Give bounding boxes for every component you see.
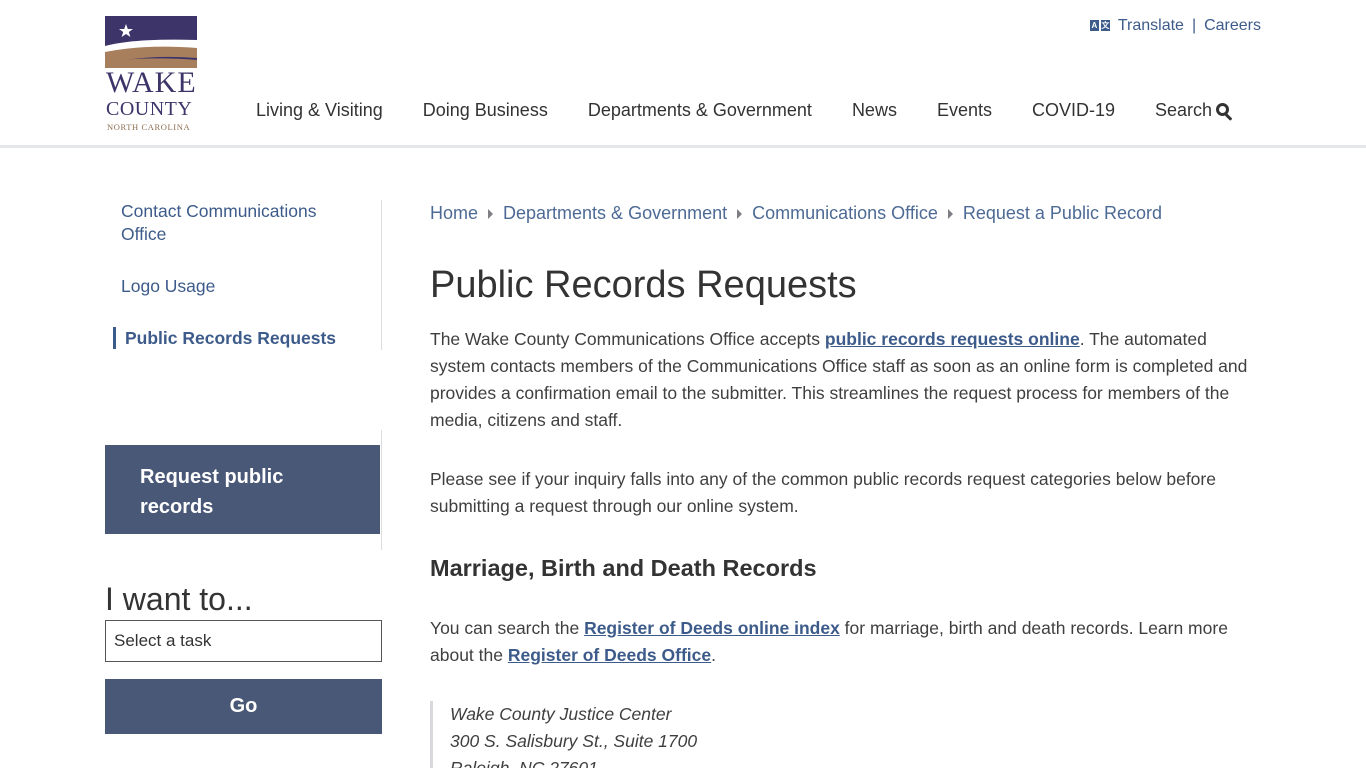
nav-departments-government[interactable]: Departments & Government (588, 100, 812, 121)
breadcrumb-request-record[interactable]: Request a Public Record (963, 203, 1162, 224)
nav-search-label: Search (1155, 100, 1213, 120)
nav-doing-business[interactable]: Doing Business (423, 100, 548, 121)
section-heading-vital-records: Marriage, Birth and Death Records (430, 555, 817, 581)
wake-county-logo[interactable]: WAKE COUNTY NORTH CAROLINA (105, 16, 197, 132)
nav-living-visiting[interactable]: Living & Visiting (256, 100, 383, 121)
categories-paragraph: Please see if your inquiry falls into an… (430, 469, 1216, 516)
register-of-deeds-index-link[interactable]: Register of Deeds online index (584, 618, 840, 638)
request-box: Request public records (105, 430, 382, 550)
breadcrumb-home[interactable]: Home (430, 203, 478, 224)
nav-search[interactable]: Search (1155, 100, 1233, 121)
request-public-records-button[interactable]: Request public records (105, 445, 380, 534)
address-line-3: Raleigh, NC 27601 (450, 758, 598, 768)
logo-emblem-icon (105, 16, 197, 68)
go-button[interactable]: Go (105, 679, 382, 734)
sidebar-active-indicator (113, 327, 116, 349)
sidebar-item-public-records[interactable]: Public Records Requests (125, 327, 365, 350)
sidebar-item-contact-communications[interactable]: Contact Communications Office (121, 200, 361, 246)
sidebar-item-logo-usage[interactable]: Logo Usage (121, 275, 361, 298)
address-line-2: 300 S. Salisbury St., Suite 1700 (450, 731, 698, 751)
translate-link[interactable]: Translate (1118, 17, 1184, 35)
page-title: Public Records Requests (430, 264, 857, 306)
task-select[interactable]: Select a task (105, 620, 382, 662)
section-sidebar-nav: Contact Communications Office Logo Usage… (105, 200, 382, 350)
breadcrumb-caret-icon (947, 208, 953, 219)
breadcrumb-communications[interactable]: Communications Office (752, 203, 938, 224)
vital-text-1: You can search the (430, 618, 585, 638)
search-icon (1215, 102, 1233, 121)
address-block: Wake County Justice Center 300 S. Salisb… (430, 701, 697, 768)
breadcrumb-caret-icon (737, 208, 743, 219)
nav-news[interactable]: News (852, 100, 897, 121)
careers-link[interactable]: Careers (1204, 17, 1261, 35)
nav-events[interactable]: Events (937, 100, 992, 121)
site-header: WAKE COUNTY NORTH CAROLINA A文 Translate … (0, 0, 1366, 148)
breadcrumb: Home Departments & Government Communicat… (430, 203, 1162, 224)
vital-records-paragraph: You can search the Register of Deeds onl… (430, 615, 1260, 669)
public-records-online-link[interactable]: public records requests online (825, 329, 1080, 349)
logo-text-wake: WAKE (106, 66, 197, 99)
utility-separator: | (1191, 17, 1197, 34)
register-of-deeds-office-link[interactable]: Register of Deeds Office (508, 645, 711, 665)
breadcrumb-departments[interactable]: Departments & Government (503, 203, 727, 224)
logo-text-county: COUNTY (106, 98, 193, 120)
intro-paragraph: The Wake County Communications Office ac… (430, 326, 1260, 434)
breadcrumb-caret-icon (488, 208, 494, 219)
address-line-1: Wake County Justice Center (450, 704, 672, 724)
translate-icon[interactable]: A文 (1089, 20, 1110, 32)
utility-links: A文 Translate | Careers (1089, 17, 1261, 35)
intro-text-1: The Wake County Communications Office ac… (430, 329, 825, 349)
main-nav: Living & Visiting Doing Business Departm… (256, 100, 1233, 121)
i-want-to-heading: I want to... (105, 581, 253, 617)
vital-text-3: . (711, 645, 716, 665)
logo-text-state: NORTH CAROLINA (107, 122, 191, 132)
nav-covid-19[interactable]: COVID-19 (1032, 100, 1115, 121)
